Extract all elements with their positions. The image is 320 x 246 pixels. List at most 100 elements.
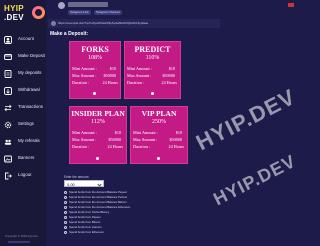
sidebar-item-transactions[interactable]: Transactions bbox=[0, 101, 46, 115]
plan-duration-label: Duration : bbox=[133, 144, 151, 149]
payment-option-label: Spend funds from Bitcoin bbox=[69, 220, 101, 224]
payment-option-label: Spend funds from Litecoin bbox=[69, 225, 102, 229]
plan-card-forks[interactable]: FORKS 108% Mini Amount : $10 Max Amount :… bbox=[69, 41, 121, 99]
transactions-icon bbox=[4, 104, 12, 112]
referrals-icon bbox=[4, 139, 12, 145]
plan-min-label: Mini Amount : bbox=[72, 130, 97, 135]
radio-icon bbox=[64, 230, 67, 234]
sidebar-item-label: Banners bbox=[18, 155, 35, 160]
plan-duration-label: Duration : bbox=[127, 80, 145, 85]
plan-min-label: Mini Amount : bbox=[133, 130, 158, 135]
chevron-down-icon bbox=[97, 182, 102, 187]
sidebar-item-withdrawal[interactable]: Withdrawal bbox=[0, 84, 46, 98]
radio-icon bbox=[64, 200, 67, 204]
plan-card-vip-plan[interactable]: VIP PLAN 250% Mini Amount : $10 Max Amoun… bbox=[130, 106, 188, 164]
referral-link-bar[interactable]: https://example.link/?ref=s9ysdf3HsDf3pS… bbox=[48, 19, 220, 28]
plan-duration-value: 24 Hours bbox=[107, 144, 123, 149]
plan-min-label: Mini Amount : bbox=[72, 66, 97, 71]
plan-duration-label: Duration : bbox=[72, 144, 90, 149]
telegram-link-button[interactable]: Telegram Link bbox=[68, 10, 91, 15]
banners-icon bbox=[4, 155, 12, 163]
payment-option-label: Spend funds from Ethereum bbox=[69, 230, 104, 234]
payment-option[interactable]: Spend funds from the Account Balance Per… bbox=[64, 195, 184, 199]
plan-duration-value: 24 Hours bbox=[161, 80, 177, 85]
sidebar-item-label: Make Deposit bbox=[18, 53, 45, 58]
radio-icon bbox=[64, 225, 67, 229]
sidebar: HYIP .DEV Account Make Deposit My deposi… bbox=[0, 0, 46, 246]
sidebar-item-banners[interactable]: Banners bbox=[0, 152, 46, 166]
plan-card-insider-plan[interactable]: INSIDER PLAN 112% Mini Amount : $10 Max A… bbox=[69, 106, 127, 164]
logo-line-2: .DEV bbox=[4, 13, 24, 22]
sidebar-scroll-handle[interactable] bbox=[8, 241, 30, 243]
sidebar-item-logout[interactable]: Logout bbox=[0, 169, 46, 183]
radio-icon bbox=[64, 190, 67, 194]
language-flag-icon[interactable] bbox=[288, 3, 294, 7]
payment-option-label: Spend funds from the Account Balance Per… bbox=[69, 195, 127, 199]
sidebar-item-settings[interactable]: Settings bbox=[0, 118, 46, 132]
sidebar-item-make-deposit[interactable]: Make Deposit bbox=[0, 50, 46, 64]
payment-option[interactable]: Spend funds from Bitcoin bbox=[64, 220, 184, 224]
telegram-channel-button[interactable]: Telegram channel bbox=[94, 10, 122, 15]
plan-select-dot-icon[interactable] bbox=[151, 92, 154, 95]
sidebar-item-my-deposits[interactable]: My deposits bbox=[0, 67, 46, 81]
radio-icon bbox=[64, 220, 67, 224]
page-title: Make a Deposit: bbox=[50, 31, 89, 37]
plan-name: FORKS bbox=[81, 45, 109, 54]
plan-max-label: Max Amount : bbox=[127, 73, 152, 78]
watermark: HYIP.DEV bbox=[210, 150, 300, 210]
plan-min-label: Mini Amount : bbox=[127, 66, 152, 71]
payment-option[interactable]: Spend funds from the Account Balance Eth… bbox=[64, 205, 184, 209]
link-icon bbox=[51, 21, 56, 26]
sidebar-item-label: Account bbox=[18, 36, 34, 41]
referral-link-text: https://example.link/?ref=s9ysdf3HsDf3pS… bbox=[58, 20, 149, 25]
logout-icon bbox=[5, 172, 12, 180]
user-avatar[interactable] bbox=[58, 2, 65, 9]
payment-option[interactable]: Spend funds from Ethereum bbox=[64, 230, 184, 234]
my-deposits-icon bbox=[4, 70, 12, 78]
plan-card-predict[interactable]: PREDICT 110% Mini Amount : $10 Max Amount… bbox=[124, 41, 181, 99]
radio-icon bbox=[64, 205, 67, 209]
withdrawal-icon bbox=[4, 87, 12, 95]
payment-option[interactable]: Spend funds from the Account Balance Bit… bbox=[64, 200, 184, 204]
sidebar-item-my-referals[interactable]: My referals bbox=[0, 135, 46, 149]
payment-option[interactable]: Spend funds from Litecoin bbox=[64, 225, 184, 229]
plan-min-value: $10 bbox=[175, 130, 182, 135]
payment-option[interactable]: Spend funds from Payeer bbox=[64, 215, 184, 219]
radio-icon bbox=[64, 215, 67, 219]
sidebar-item-label: My deposits bbox=[18, 70, 42, 75]
sidebar-item-account[interactable]: Account bbox=[0, 33, 46, 47]
plan-duration-value: 24 Hours bbox=[168, 144, 184, 149]
plan-name: VIP PLAN bbox=[141, 109, 177, 118]
plan-duration-value: 24 Hours bbox=[102, 80, 118, 85]
plan-rate: 250% bbox=[152, 119, 166, 125]
plan-max-value: $50000 bbox=[108, 137, 121, 142]
plan-select-dot-icon[interactable] bbox=[96, 157, 99, 160]
sidebar-item-label: Settings bbox=[18, 121, 34, 126]
payment-option-label: Spend funds from the Account Balance Bit… bbox=[69, 200, 127, 204]
account-icon bbox=[4, 36, 12, 44]
plan-max-value: $50000 bbox=[162, 73, 175, 78]
make-deposit-icon bbox=[4, 54, 12, 60]
amount-input[interactable]: 0.00 bbox=[64, 180, 104, 187]
plan-max-label: Max Amount : bbox=[72, 73, 97, 78]
sidebar-item-label: Transactions bbox=[18, 104, 43, 109]
plan-select-dot-icon[interactable] bbox=[93, 92, 96, 95]
plan-rate: 110% bbox=[145, 55, 160, 61]
plan-rate: 112% bbox=[91, 119, 105, 125]
watermark: HYIP.DEV bbox=[191, 83, 300, 156]
plan-max-value: $50000 bbox=[169, 137, 182, 142]
logo-mark-icon bbox=[32, 6, 45, 19]
user-name-line bbox=[68, 2, 108, 7]
settings-icon bbox=[4, 121, 12, 129]
plan-select-dot-icon[interactable] bbox=[157, 157, 160, 160]
sidebar-item-label: Withdrawal bbox=[18, 87, 40, 92]
plan-min-value: $10 bbox=[114, 130, 121, 135]
plan-rate: 108% bbox=[88, 55, 102, 61]
amount-value: 0.00 bbox=[67, 181, 75, 187]
payment-option[interactable]: Spend funds from PerfectMoney bbox=[64, 210, 184, 214]
plan-min-value: $10 bbox=[168, 66, 175, 71]
radio-icon bbox=[64, 210, 67, 214]
brand-logo[interactable]: HYIP .DEV bbox=[4, 4, 45, 28]
payment-option[interactable]: Spend funds from the Account Balance Pay… bbox=[64, 190, 184, 194]
plan-name: INSIDER PLAN bbox=[71, 109, 125, 118]
